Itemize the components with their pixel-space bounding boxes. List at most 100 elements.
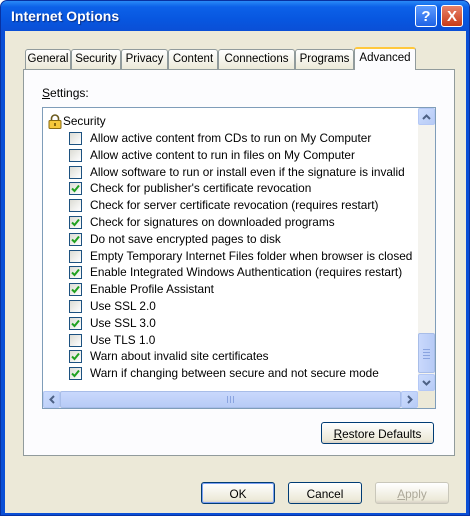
settings-label-hotkey: S bbox=[42, 86, 51, 100]
setting-row[interactable]: Warn if changing between secure and not … bbox=[43, 365, 403, 382]
chevron-down-icon bbox=[422, 379, 431, 386]
grip-line bbox=[423, 355, 430, 356]
setting-label: Use TLS 1.0 bbox=[90, 332, 156, 347]
checkbox-checked[interactable] bbox=[69, 283, 82, 297]
checkmark-icon bbox=[71, 319, 80, 328]
grip-line bbox=[423, 349, 430, 350]
setting-label: Warn if changing between secure and not … bbox=[90, 366, 379, 381]
checkbox-unchecked[interactable] bbox=[69, 333, 82, 347]
chevron-left-icon bbox=[48, 395, 55, 404]
checkbox-checked[interactable] bbox=[69, 216, 82, 229]
advanced-panel: Settings: Security Allow active content … bbox=[23, 69, 455, 456]
setting-label: Check for publisher's certificate revoca… bbox=[90, 181, 312, 196]
setting-label: Warn about invalid site certificates bbox=[90, 349, 269, 364]
checkmark-icon bbox=[71, 218, 80, 227]
horizontal-scroll-thumb[interactable] bbox=[60, 391, 401, 408]
scroll-right-button[interactable] bbox=[401, 391, 418, 408]
checkmark-icon bbox=[71, 269, 80, 277]
setting-row[interactable]: Use SSL 2.0 bbox=[43, 298, 403, 315]
checkmark-icon bbox=[71, 235, 80, 244]
checkbox-unchecked[interactable] bbox=[69, 300, 82, 313]
setting-row[interactable]: Enable Profile Assistant bbox=[43, 281, 403, 298]
restore-defaults-button[interactable]: Restore Defaults bbox=[321, 422, 434, 444]
help-icon: ? bbox=[421, 7, 431, 25]
checkbox-unchecked[interactable] bbox=[69, 249, 82, 263]
setting-row[interactable]: Check for server certificate revocation … bbox=[43, 197, 403, 214]
cancel-label: Cancel bbox=[306, 487, 344, 501]
window-title: Internet Options bbox=[11, 8, 120, 24]
grip-line bbox=[423, 358, 430, 359]
checkbox-checked[interactable] bbox=[69, 232, 82, 246]
vertical-scroll-thumb[interactable] bbox=[418, 333, 435, 373]
checkbox-unchecked[interactable] bbox=[69, 132, 82, 145]
setting-row[interactable]: Warn about invalid site certificates bbox=[43, 348, 403, 365]
checkbox-checked[interactable] bbox=[69, 350, 82, 364]
tab-privacy[interactable]: Privacy bbox=[121, 49, 168, 69]
tab-programs-label: Programs bbox=[299, 53, 350, 65]
tab-connections[interactable]: Connections bbox=[218, 49, 295, 69]
setting-row[interactable]: Do not save encrypted pages to disk bbox=[43, 231, 403, 248]
scroll-up-button[interactable] bbox=[418, 108, 435, 125]
setting-row[interactable]: Check for signatures on downloaded progr… bbox=[43, 214, 403, 231]
setting-row[interactable]: Allow active content from CDs to run on … bbox=[43, 130, 403, 147]
tab-security[interactable]: Security bbox=[71, 49, 121, 69]
horizontal-scrollbar[interactable] bbox=[43, 391, 418, 408]
setting-row[interactable]: Check for publisher's certificate revoca… bbox=[43, 180, 403, 197]
checkbox-unchecked[interactable] bbox=[69, 148, 82, 162]
close-button[interactable]: X bbox=[441, 5, 463, 27]
tab-content[interactable]: Content bbox=[168, 49, 218, 69]
tab-advanced-label: Advanced bbox=[359, 52, 411, 64]
dialog-body: General Security Privacy Content Connect… bbox=[5, 31, 466, 513]
internet-options-window: Internet Options ? X General Security Pr… bbox=[0, 0, 470, 516]
tab-programs[interactable]: Programs bbox=[295, 49, 354, 69]
setting-label: Do not save encrypted pages to disk bbox=[90, 231, 281, 246]
setting-row[interactable]: Use SSL 3.0 bbox=[43, 315, 403, 332]
setting-label: Use SSL 3.0 bbox=[90, 315, 156, 330]
apply-button[interactable]: Apply bbox=[375, 482, 449, 504]
lock-icon bbox=[48, 114, 62, 129]
checkbox-checked[interactable] bbox=[69, 182, 82, 196]
ok-label: OK bbox=[229, 487, 247, 501]
help-button[interactable]: ? bbox=[415, 5, 437, 27]
title-bar[interactable]: Internet Options ? X bbox=[1, 1, 469, 31]
tab-advanced[interactable]: Advanced bbox=[354, 47, 416, 70]
scroll-left-button[interactable] bbox=[43, 391, 60, 408]
grip-line bbox=[423, 352, 430, 353]
grip-line bbox=[227, 396, 228, 403]
cancel-button[interactable]: Cancel bbox=[288, 482, 362, 504]
tab-connections-label: Connections bbox=[224, 53, 289, 65]
checkmark-icon bbox=[71, 370, 80, 378]
checkbox-checked[interactable] bbox=[69, 316, 82, 330]
settings-list[interactable]: Security Allow active content from CDs t… bbox=[42, 107, 436, 409]
chevron-right-icon bbox=[406, 395, 413, 404]
scrollbar-corner bbox=[418, 391, 435, 408]
setting-label: Enable Profile Assistant bbox=[90, 282, 214, 297]
settings-label: Settings: bbox=[42, 86, 89, 100]
tab-general[interactable]: General bbox=[25, 49, 71, 69]
scroll-down-button[interactable] bbox=[418, 374, 435, 391]
setting-row[interactable]: Allow active content to run in files on … bbox=[43, 147, 403, 164]
setting-row[interactable]: Empty Temporary Internet Files folder wh… bbox=[43, 248, 412, 265]
checkbox-checked[interactable] bbox=[69, 367, 82, 381]
setting-row[interactable]: Allow software to run or install even if… bbox=[43, 164, 405, 181]
tab-privacy-label: Privacy bbox=[125, 53, 164, 65]
checkbox-unchecked[interactable] bbox=[69, 199, 82, 213]
setting-label: Allow active content from CDs to run on … bbox=[90, 131, 372, 145]
setting-label: Enable Integrated Windows Authentication… bbox=[90, 265, 403, 280]
restore-label: estore Defaults bbox=[342, 427, 422, 441]
checkbox-checked[interactable] bbox=[69, 266, 82, 280]
tab-content-label: Content bbox=[172, 53, 214, 65]
ok-button[interactable]: OK bbox=[201, 482, 275, 504]
restore-hotkey: R bbox=[333, 427, 343, 441]
checkbox-unchecked[interactable] bbox=[69, 165, 82, 179]
setting-row[interactable]: Enable Integrated Windows Authentication… bbox=[43, 264, 403, 281]
setting-row[interactable]: Use TLS 1.0 bbox=[43, 332, 403, 349]
vertical-scrollbar[interactable] bbox=[418, 108, 435, 391]
settings-label-text: ettings: bbox=[50, 86, 89, 100]
chevron-up-icon bbox=[422, 113, 431, 120]
apply-hotkey: A bbox=[397, 487, 406, 501]
setting-label: Allow software to run or install even if… bbox=[90, 164, 405, 179]
setting-label: Check for signatures on downloaded progr… bbox=[90, 215, 335, 229]
checkmark-icon bbox=[71, 353, 80, 361]
tab-general-label: General bbox=[27, 53, 69, 65]
